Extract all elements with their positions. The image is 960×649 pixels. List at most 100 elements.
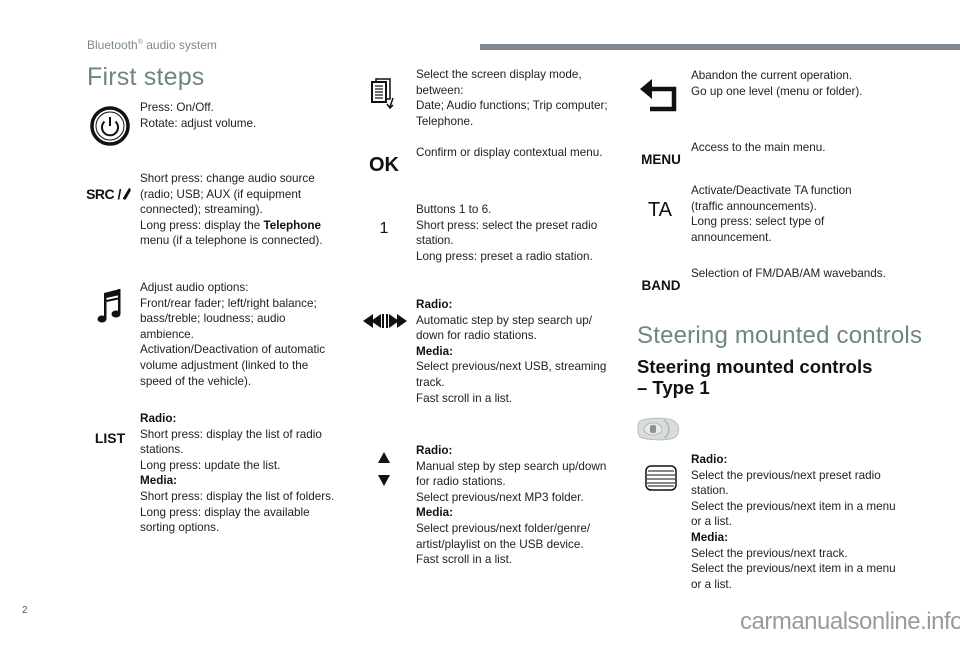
display-mode-icon <box>366 76 400 112</box>
entry-ok: Confirm or display contextual menu. <box>416 145 616 161</box>
entry-line: Access to the main menu. <box>691 141 826 154</box>
entry-line: Short press: display the list of radio s… <box>140 427 322 457</box>
entry-line: Select the previous/next item in a menu … <box>691 499 896 529</box>
seek-back-forward-icon <box>362 312 408 330</box>
subtitle-line: – Type 1 <box>637 377 710 398</box>
entry-line: Short press: display the list of folders… <box>140 489 335 503</box>
entry-line: Fast scroll in a list. <box>416 391 513 405</box>
running-head: Bluetooth® audio system <box>87 38 217 52</box>
media-label: Media: <box>691 530 729 544</box>
media-label: Media: <box>416 506 454 520</box>
radio-label: Radio: <box>416 298 453 311</box>
radio-label: Radio: <box>140 412 177 425</box>
entry-line: Long press: display the available sortin… <box>140 505 310 535</box>
ta-icon: TA <box>644 198 676 222</box>
section-title-steering: Steering mounted controls <box>637 322 923 349</box>
band-icon: BAND <box>636 276 686 294</box>
down-arrow-icon <box>378 475 390 486</box>
music-note-icon <box>92 286 128 326</box>
preset-button-icon: 1 <box>372 218 396 240</box>
entry-src: Short press: change audio source (radio;… <box>140 171 335 249</box>
power-knob-icon <box>88 104 132 148</box>
entry-line: Select previous/next USB, streaming trac… <box>416 360 607 389</box>
entry-ta: Activate/Deactivate TA function (traffic… <box>691 183 881 245</box>
watermark: carmanualsonline.info <box>740 608 960 635</box>
steering-control-illustration-icon <box>636 416 684 442</box>
entry-line: Buttons 1 to 6. <box>416 203 492 216</box>
entry-line: Manual step by step search up/down for r… <box>416 459 607 489</box>
entry-line: Short press: change audio source (radio;… <box>140 172 315 217</box>
entry-presets: Buttons 1 to 6. Short press: select the … <box>416 202 611 264</box>
entry-menu: Access to the main menu. <box>691 140 911 156</box>
header-bar <box>480 44 960 50</box>
entry-line: Select previous/next MP3 folder. <box>416 490 584 504</box>
entry-line: Press: On/Off. <box>140 101 214 114</box>
entry-line: Long press: display the Telephone menu (… <box>140 218 335 249</box>
entry-audio-options: Adjust audio options: Front/rear fader; … <box>140 280 340 389</box>
entry-line: Radio: <box>416 443 616 459</box>
entry-line: Long press: select type of announcement. <box>691 215 825 244</box>
entry-line-part: menu (if a telephone is connected). <box>140 234 323 248</box>
entry-line: Long press: update the list. <box>140 458 281 472</box>
page-number: 2 <box>22 605 28 616</box>
entry-band: Selection of FM/DAB/AM wavebands. <box>691 266 891 282</box>
entry-line: Media: <box>140 473 340 489</box>
ok-label: OK <box>369 153 399 176</box>
running-head-text: Bluetooth <box>87 38 138 52</box>
entry-line: Automatic step by step search up/ down f… <box>416 313 593 343</box>
up-down-arrows-icon <box>376 452 392 486</box>
list-label: LIST <box>94 430 126 446</box>
section-title-first-steps: First steps <box>87 63 205 91</box>
entry-line: Fast scroll in a list. <box>416 553 513 567</box>
src-telephone-icon: SRC / <box>84 184 134 204</box>
band-label: BAND <box>641 277 681 293</box>
entry-line: Abandon the current operation. <box>691 69 853 82</box>
telephone-keyword: Telephone <box>263 218 322 232</box>
subtitle-line: Steering mounted controls <box>637 356 873 377</box>
radio-label: Radio: <box>691 453 728 466</box>
entry-line: Media: <box>416 344 611 360</box>
entry-line-part: Long press: display the <box>140 218 264 232</box>
entry-line: Select the previous/next preset radio st… <box>691 468 881 498</box>
radio-label: Radio: <box>416 444 453 457</box>
thumbwheel-icon <box>645 465 677 493</box>
ok-icon: OK <box>366 153 402 177</box>
entry-line: Short press: select the preset radio sta… <box>416 218 598 248</box>
preset-label: 1 <box>379 220 389 237</box>
entry-line: Adjust audio options: <box>140 281 249 294</box>
entry-line: Date; Audio functions; Trip computer; Te… <box>416 99 608 128</box>
entry-line: Rotate: adjust volume. <box>140 116 257 130</box>
list-icon: LIST <box>88 428 132 448</box>
up-arrow-icon <box>378 452 390 463</box>
entry-line: Select the screen display mode, between: <box>416 68 582 97</box>
media-label: Media: <box>140 474 178 488</box>
entry-line: Select the previous/next item in a menu … <box>691 562 896 591</box>
src-label: SRC / <box>86 186 121 202</box>
entry-line: Radio: <box>416 297 611 313</box>
entry-line: Activate/Deactivate TA function (traffic… <box>691 184 852 213</box>
entry-line: Confirm or display contextual menu. <box>416 146 603 159</box>
entry-line: Selection of FM/DAB/AM wavebands. <box>691 267 886 280</box>
entry-thumbwheel: Radio: Select the previous/next preset r… <box>691 452 901 592</box>
entry-line: Radio: <box>691 452 901 468</box>
entry-list: Radio: Short press: display the list of … <box>140 411 340 536</box>
entry-seek: Radio: Automatic step by step search up/… <box>416 297 611 406</box>
entry-line: Select previous/next folder/genre/ artis… <box>416 521 591 551</box>
entry-line: Front/rear fader; left/right balance; ba… <box>140 296 317 341</box>
media-label: Media: <box>416 344 454 358</box>
entry-display-mode: Select the screen display mode, between:… <box>416 67 611 129</box>
entry-line: Radio: <box>140 411 340 427</box>
entry-line: Go up one level (menu or folder). <box>691 84 863 98</box>
ta-label: TA <box>647 198 673 221</box>
entry-back: Abandon the current operation. Go up one… <box>691 68 911 99</box>
menu-label: MENU <box>641 151 681 167</box>
entry-power: Press: On/Off. Rotate: adjust volume. <box>140 100 340 131</box>
entry-line: Activation/Deactivation of automatic vol… <box>140 343 326 388</box>
menu-icon: MENU <box>636 150 686 168</box>
running-head-rest: audio system <box>142 38 217 52</box>
entry-line: Media: <box>416 505 616 521</box>
entry-line: Select the previous/next track. <box>691 546 848 560</box>
subsection-title-type-1: Steering mounted controls – Type 1 <box>637 356 872 398</box>
back-arrow-icon <box>638 73 682 117</box>
entry-line: Media: <box>691 530 901 546</box>
